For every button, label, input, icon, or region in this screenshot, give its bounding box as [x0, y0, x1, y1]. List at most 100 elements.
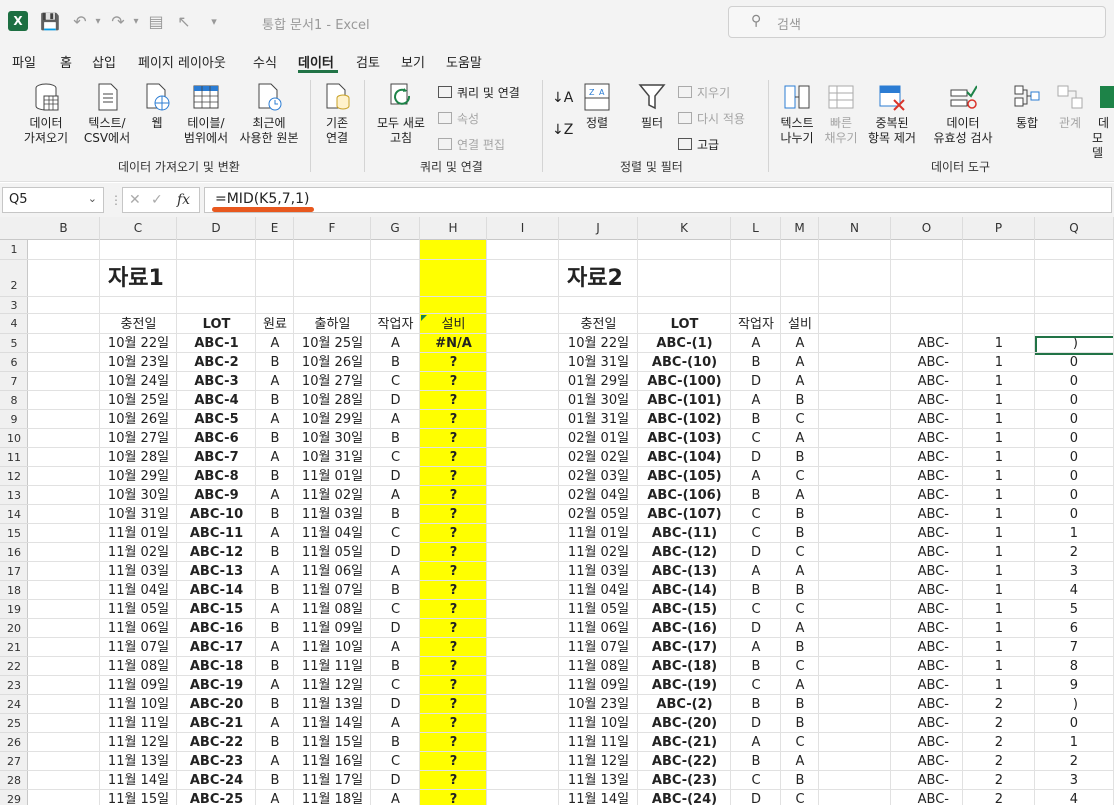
table1-cell[interactable]: ABC-2 [177, 353, 256, 372]
equipment-result-cell[interactable]: ? [420, 410, 487, 429]
table2-cell[interactable]: 11월 14일 [559, 790, 638, 805]
table1-cell[interactable]: 11월 17일 [294, 771, 371, 790]
helper-cell[interactable]: 2 [963, 695, 1035, 714]
equipment-result-cell[interactable]: ? [420, 695, 487, 714]
table2-cell[interactable]: 11월 03일 [559, 562, 638, 581]
table1-cell[interactable]: B [256, 353, 294, 372]
table2-cell[interactable]: ABC-(12) [638, 543, 731, 562]
table1-cell[interactable]: 11월 15일 [294, 733, 371, 752]
helper-cell[interactable]: 2 [963, 733, 1035, 752]
table1-cell[interactable]: 10월 27일 [294, 372, 371, 391]
table2-cell[interactable]: A [781, 353, 819, 372]
table2-cell[interactable]: 11월 07일 [559, 638, 638, 657]
helper-cell[interactable]: 4 [1035, 581, 1114, 600]
table1-cell[interactable]: B [256, 581, 294, 600]
worksheet-grid[interactable]: BCDEFGHIJKLMNOPQ 1 2 3 4 5 6 7 8 9 10 11 12 13 14 15 16… [0, 217, 1114, 805]
helper-cell[interactable]: ABC- [891, 600, 963, 619]
table2-cell[interactable]: D [731, 619, 781, 638]
table2-cell[interactable]: 02월 04일 [559, 486, 638, 505]
equipment-result-cell[interactable]: ? [420, 638, 487, 657]
sort-ascending-icon[interactable]: ↓A [552, 90, 573, 106]
table2-cell[interactable]: B [781, 714, 819, 733]
table2-cell[interactable]: B [731, 353, 781, 372]
table1-cell[interactable]: B [256, 619, 294, 638]
helper-cell[interactable]: 7 [1035, 638, 1114, 657]
table1-cell[interactable]: A [256, 562, 294, 581]
table1-header[interactable]: 출하일 [294, 315, 371, 335]
helper-cell[interactable]: ABC- [891, 676, 963, 695]
table1-cell[interactable]: 11월 01일 [294, 467, 371, 486]
table2-title[interactable]: 자료2 [559, 260, 679, 297]
helper-cell[interactable]: ABC- [891, 543, 963, 562]
row-header[interactable]: 3 [0, 297, 28, 314]
table2-cell[interactable]: ABC-(10) [638, 353, 731, 372]
properties-button[interactable]: 속성 [438, 110, 479, 127]
row-header[interactable]: 6 [0, 353, 28, 372]
table1-cell[interactable]: B [256, 771, 294, 790]
table1-cell[interactable]: 10월 31일 [100, 505, 177, 524]
table1-cell[interactable]: 11월 08일 [294, 600, 371, 619]
advanced-filter-button[interactable]: 고급 [678, 136, 719, 153]
table1-cell[interactable]: ABC-3 [177, 372, 256, 391]
helper-cell[interactable]: 1 [963, 524, 1035, 543]
table2-cell[interactable]: D [731, 790, 781, 805]
tab-help[interactable]: 도움말 [446, 52, 482, 71]
table2-cell[interactable]: A [781, 372, 819, 391]
table1-cell[interactable]: 11월 18일 [294, 790, 371, 805]
tab-review[interactable]: 검토 [356, 52, 380, 71]
table2-cell[interactable]: D [731, 448, 781, 467]
table1-cell[interactable]: 10월 30일 [294, 429, 371, 448]
table1-cell[interactable]: A [256, 448, 294, 467]
table2-cell[interactable]: 11월 13일 [559, 771, 638, 790]
table1-cell[interactable]: ABC-11 [177, 524, 256, 543]
table2-cell[interactable]: ABC-(21) [638, 733, 731, 752]
table1-cell[interactable]: ABC-1 [177, 334, 256, 353]
helper-cell[interactable]: 8 [1035, 657, 1114, 676]
table1-cell[interactable]: ABC-20 [177, 695, 256, 714]
table2-cell[interactable]: 02월 02일 [559, 448, 638, 467]
column-header[interactable]: Q [1035, 217, 1114, 240]
row-header[interactable]: 2 [0, 260, 28, 297]
equipment-result-cell[interactable]: ? [420, 733, 487, 752]
undo-icon[interactable]: ↶ [70, 12, 90, 32]
table2-cell[interactable]: 02월 01일 [559, 429, 638, 448]
helper-cell[interactable]: ABC- [891, 752, 963, 771]
table1-cell[interactable]: B [256, 467, 294, 486]
table2-cell[interactable]: 11월 09일 [559, 676, 638, 695]
helper-cell[interactable]: 0 [1035, 353, 1114, 372]
table1-cell[interactable]: 11월 03일 [100, 562, 177, 581]
helper-cell[interactable]: 9 [1035, 676, 1114, 695]
enter-icon[interactable]: ✓ [151, 192, 163, 208]
table1-cell[interactable]: 11월 09일 [100, 676, 177, 695]
table1-cell[interactable]: 11월 09일 [294, 619, 371, 638]
table2-cell[interactable]: B [781, 771, 819, 790]
insert-function-icon[interactable]: fx [177, 192, 190, 208]
table2-cell[interactable]: A [781, 429, 819, 448]
helper-cell[interactable]: 0 [1035, 714, 1114, 733]
helper-cell[interactable]: 1 [963, 581, 1035, 600]
table2-cell[interactable]: C [781, 467, 819, 486]
table1-cell[interactable]: B [371, 581, 420, 600]
table2-cell[interactable]: B [781, 638, 819, 657]
remove-duplicates-button[interactable]: 중복된 항목 제거 [862, 82, 922, 146]
table1-cell[interactable]: B [256, 733, 294, 752]
helper-cell[interactable]: 2 [963, 752, 1035, 771]
column-header[interactable]: J [559, 217, 638, 240]
table2-cell[interactable]: ABC-(2) [638, 695, 731, 714]
table1-cell[interactable]: A [256, 790, 294, 805]
row-header[interactable]: 18 [0, 581, 28, 600]
equipment-result-cell[interactable]: ? [420, 600, 487, 619]
table1-cell[interactable]: ABC-5 [177, 410, 256, 429]
helper-cell[interactable]: 1 [963, 410, 1035, 429]
helper-cell[interactable]: ABC- [891, 410, 963, 429]
column-header[interactable]: M [781, 217, 819, 240]
column-header[interactable]: E [256, 217, 294, 240]
table1-cell[interactable]: 11월 02일 [294, 486, 371, 505]
helper-cell[interactable]: 1 [963, 486, 1035, 505]
table1-cell[interactable]: ABC-7 [177, 448, 256, 467]
table1-cell[interactable]: ABC-19 [177, 676, 256, 695]
table1-cell[interactable]: 11월 12일 [100, 733, 177, 752]
reapply-button[interactable]: 다시 적용 [678, 110, 745, 127]
table1-cell[interactable]: ABC-10 [177, 505, 256, 524]
table2-cell[interactable]: ABC-(20) [638, 714, 731, 733]
